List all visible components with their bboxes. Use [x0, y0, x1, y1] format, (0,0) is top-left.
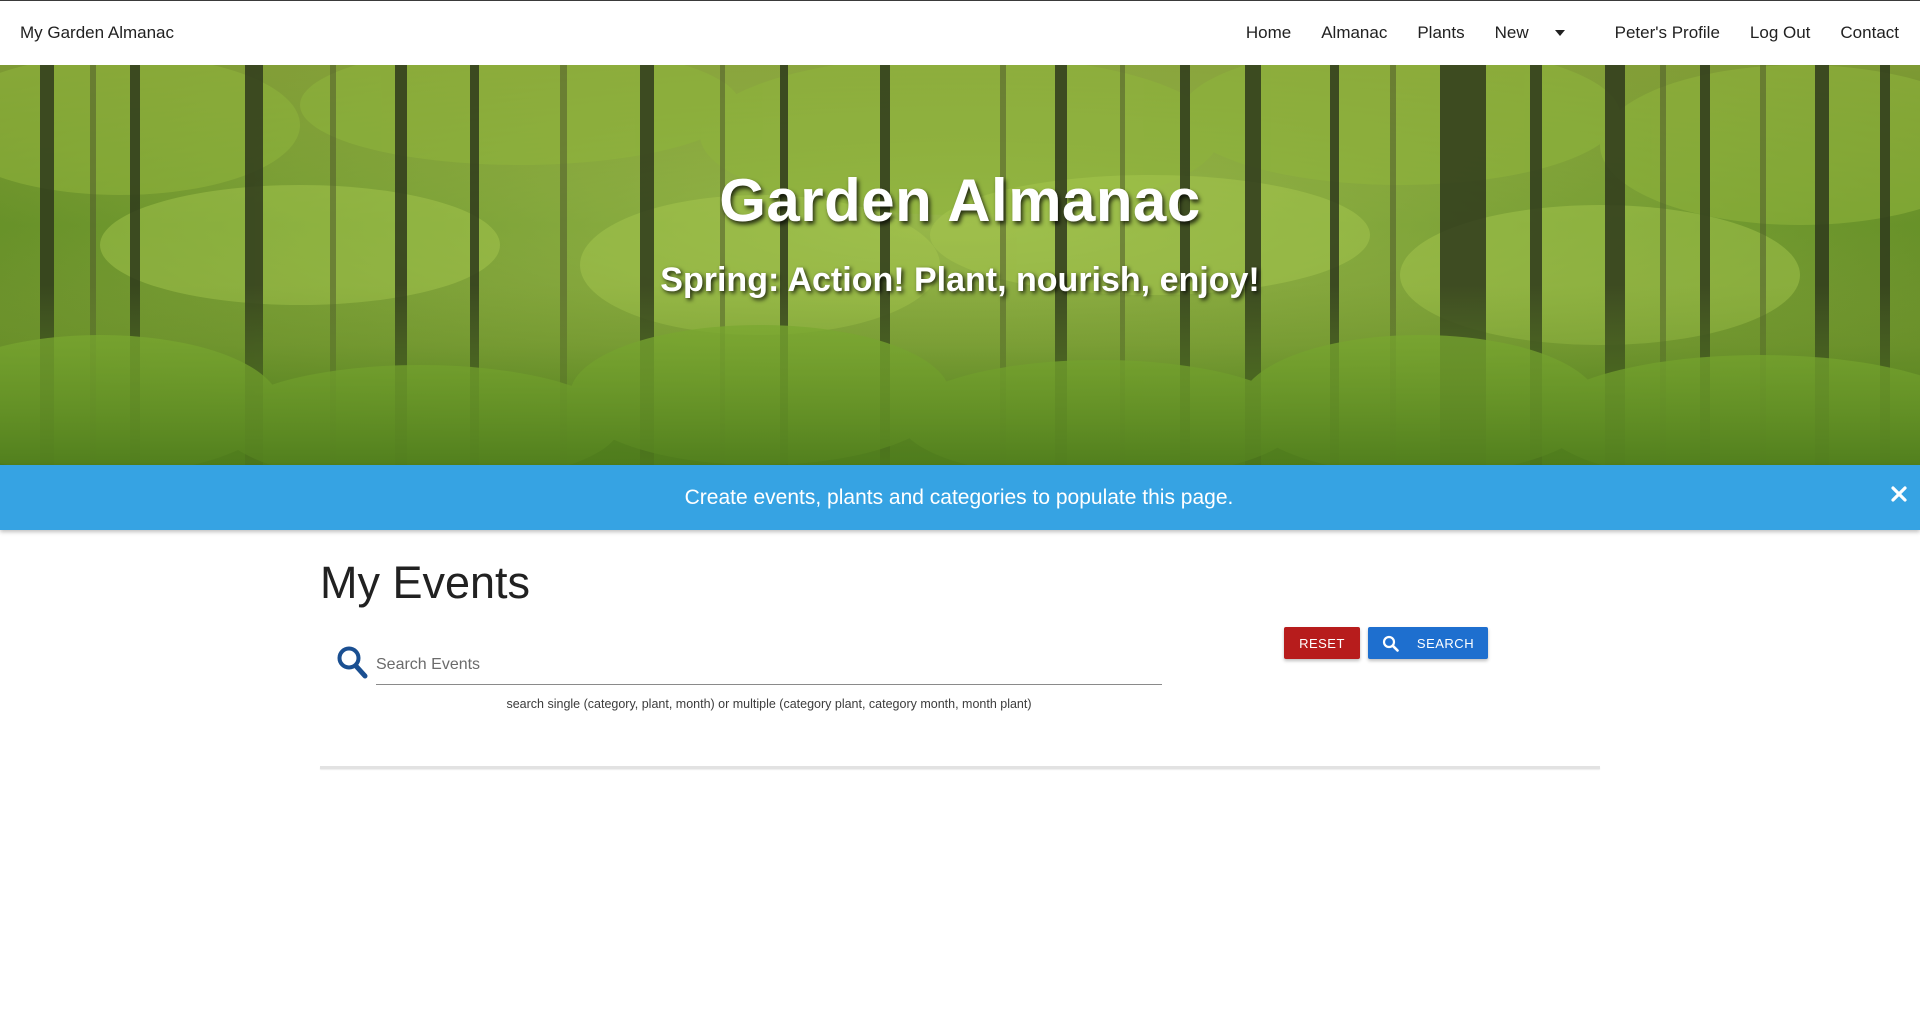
page-title: My Events [320, 557, 531, 608]
search-help-text: search single (category, plant, month) o… [506, 697, 1032, 711]
caret-down-icon [1554, 30, 1565, 36]
hero-subtitle: Spring: Action! Plant, nourish, enjoy! [660, 261, 1260, 299]
search-icon [1382, 635, 1399, 652]
nav-dropdown-new[interactable]: New [1480, 1, 1600, 65]
search-button-label: SEARCH [1416, 635, 1475, 651]
nav-link-plants[interactable]: Plants [1402, 1, 1479, 65]
search-events-input[interactable] [376, 643, 1162, 685]
info-alert-banner: Create events, plants and categories to … [0, 465, 1920, 530]
brand-link[interactable]: My Garden Almanac [20, 23, 174, 43]
nav-link-logout[interactable]: Log Out [1735, 1, 1826, 65]
reset-button[interactable]: RESET [1284, 627, 1360, 659]
nav-link-new-label: New [1494, 23, 1529, 42]
hero-banner: Garden Almanac Spring: Action! Plant, no… [0, 65, 1920, 465]
alert-message: Create events, plants and categories to … [684, 485, 1234, 509]
section-divider [320, 766, 1600, 769]
reset-button-label: RESET [1299, 635, 1345, 651]
search-icon [337, 646, 368, 679]
top-navbar: My Garden Almanac Home Almanac Plants Ne… [0, 0, 1920, 65]
nav-link-profile[interactable]: Peter's Profile [1600, 1, 1735, 65]
nav-links: Home Almanac Plants New Peter's Profile … [1231, 1, 1914, 65]
nav-link-home[interactable]: Home [1231, 1, 1306, 65]
nav-link-contact[interactable]: Contact [1825, 1, 1914, 65]
nav-link-almanac[interactable]: Almanac [1306, 1, 1402, 65]
close-icon[interactable] [1888, 483, 1910, 505]
hero-title: Garden Almanac [719, 167, 1201, 234]
search-button[interactable]: SEARCH [1368, 627, 1488, 659]
